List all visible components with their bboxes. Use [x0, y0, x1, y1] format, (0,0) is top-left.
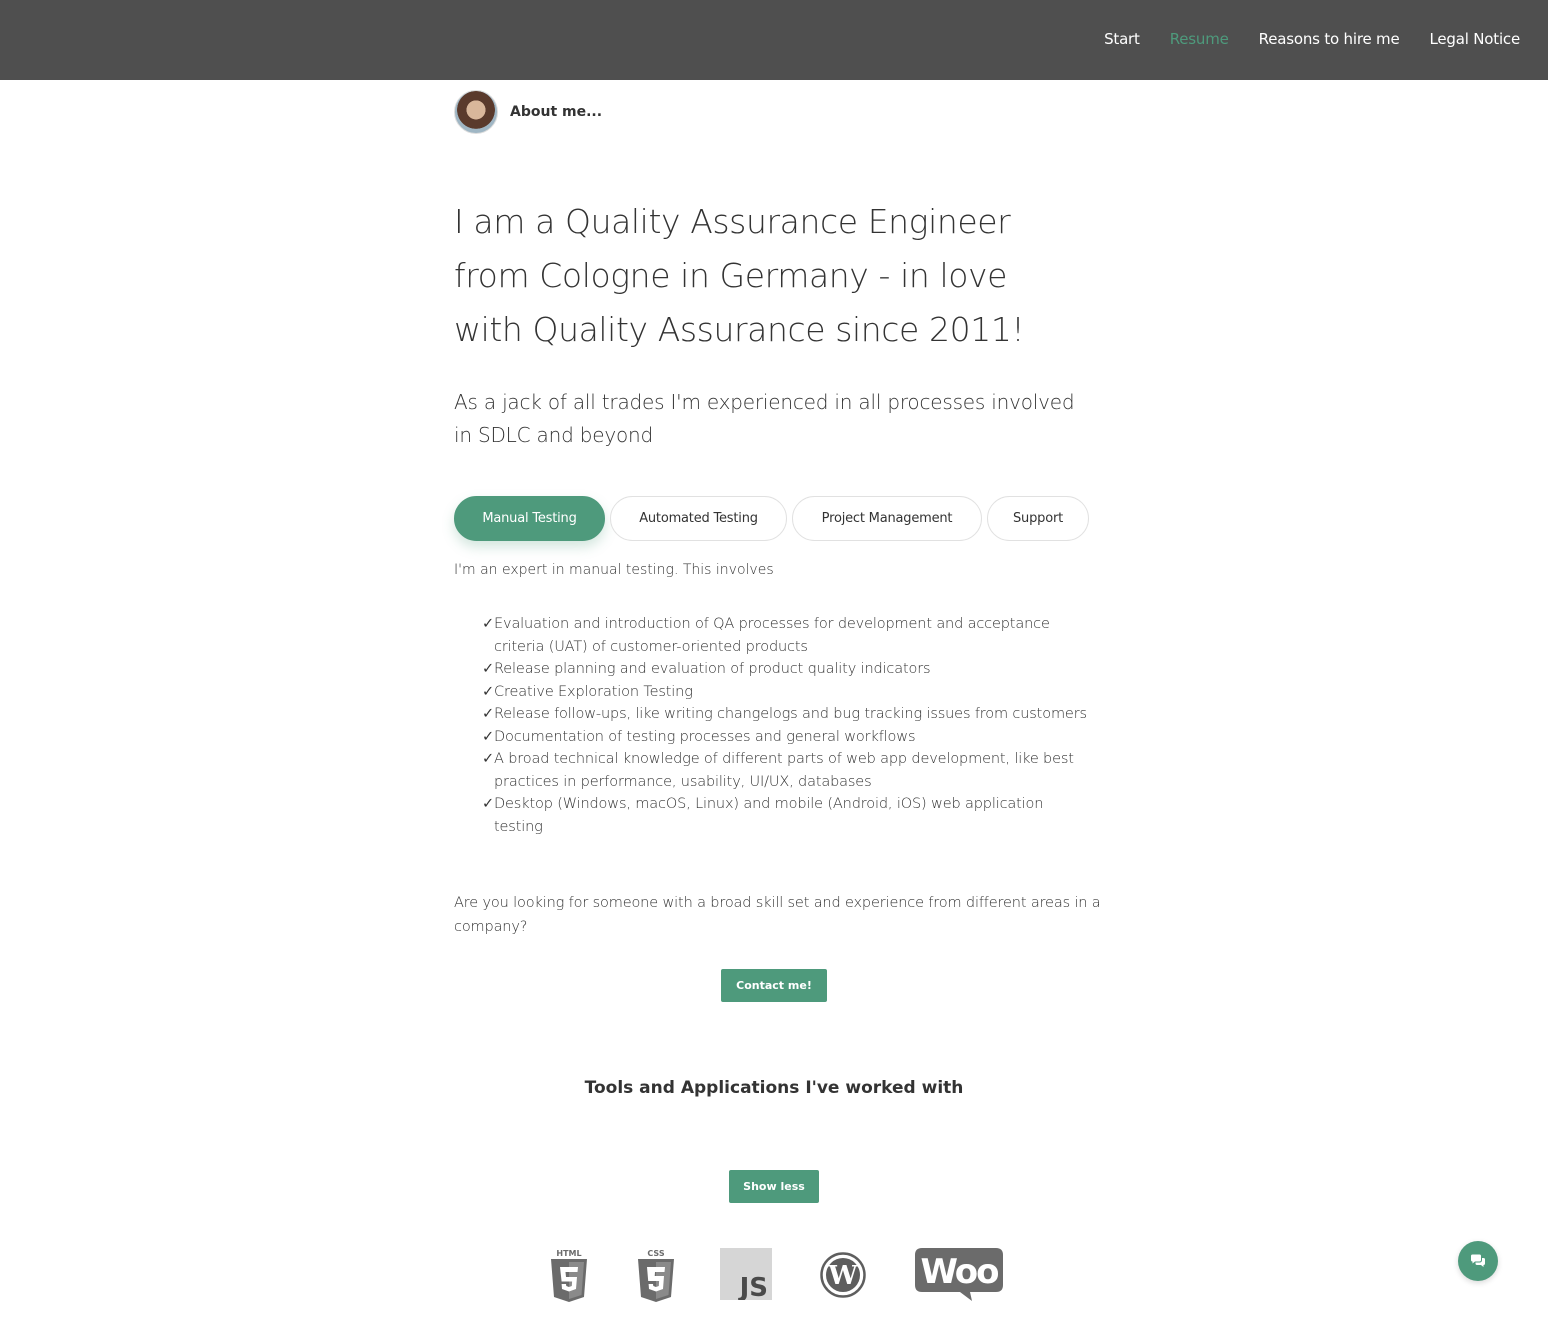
nav-start[interactable]: Start	[1104, 30, 1140, 48]
list-item: ✓Creative Exploration Testing	[482, 681, 1094, 704]
nav-resume[interactable]: Resume	[1170, 30, 1229, 48]
about-me-title: About me...	[510, 104, 603, 120]
check-icon: ✓	[482, 706, 494, 722]
list-item: ✓Evaluation and introduction of QA proce…	[482, 613, 1094, 658]
skills-tabs: Manual Testing Automated Testing Project…	[454, 496, 1089, 541]
tools-logo-row: HTML CSS JS W Woo	[0, 1242, 1548, 1312]
svg-text:Woo: Woo	[920, 1252, 998, 1292]
tab-intro-text: I'm an expert in manual testing. This in…	[454, 562, 774, 578]
avatar	[454, 90, 498, 134]
show-less-button[interactable]: Show less	[729, 1170, 819, 1203]
wordpress-icon: W	[820, 1252, 866, 1298]
woocommerce-icon: Woo	[915, 1248, 1003, 1301]
list-item: ✓Documentation of testing processes and …	[482, 726, 1094, 749]
tab-support[interactable]: Support	[987, 496, 1089, 541]
check-icon: ✓	[482, 728, 494, 745]
about-me-header: About me...	[454, 90, 602, 134]
list-item: ✓Desktop (Windows, macOS, Linux) and mob…	[482, 793, 1094, 838]
hero-subline: As a jack of all trades I'm experienced …	[454, 390, 1075, 447]
tab-project-management[interactable]: Project Management	[792, 496, 982, 541]
javascript-icon: JS	[720, 1248, 772, 1300]
svg-text:HTML: HTML	[556, 1249, 581, 1258]
list-item: ✓Release follow-ups, like writing change…	[482, 703, 1094, 726]
check-icon: ✓	[482, 661, 494, 677]
check-icon: ✓	[482, 616, 494, 632]
chat-bubbles-icon	[1471, 1254, 1485, 1267]
css3-icon: CSS	[638, 1249, 674, 1302]
check-icon: ✓	[482, 751, 494, 767]
list-item: ✓Release planning and evaluation of prod…	[482, 658, 1094, 681]
list-item: ✓A broad technical knowledge of differen…	[482, 748, 1094, 793]
cta-question: Are you looking for someone with a broad…	[454, 895, 1101, 935]
check-icon: ✓	[482, 796, 494, 812]
html5-icon: HTML	[551, 1249, 587, 1302]
top-navigation-bar: Start Resume Reasons to hire me Legal No…	[0, 0, 1548, 80]
contact-me-button[interactable]: Contact me!	[721, 969, 827, 1002]
nav-legal-notice[interactable]: Legal Notice	[1430, 30, 1521, 48]
svg-text:JS: JS	[738, 1273, 768, 1300]
tab-automated-testing[interactable]: Automated Testing	[610, 496, 787, 541]
main-nav: Start Resume Reasons to hire me Legal No…	[1104, 30, 1520, 48]
nav-reasons-to-hire-me[interactable]: Reasons to hire me	[1259, 30, 1400, 48]
tools-section-title: Tools and Applications I've worked with	[584, 1078, 964, 1098]
check-icon: ✓	[482, 683, 494, 700]
tab-manual-testing[interactable]: Manual Testing	[454, 496, 605, 541]
chat-button[interactable]	[1458, 1241, 1498, 1281]
svg-text:W: W	[827, 1261, 858, 1291]
skills-checklist: ✓Evaluation and introduction of QA proce…	[482, 613, 1094, 838]
hero-headline: I am a Quality Assurance Engineer from C…	[454, 202, 1025, 349]
svg-text:CSS: CSS	[647, 1249, 664, 1258]
